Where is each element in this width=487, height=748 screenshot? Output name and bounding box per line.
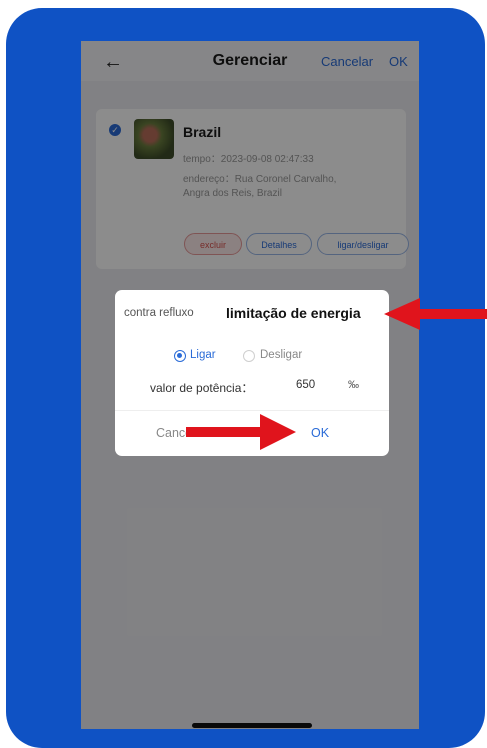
arrow-to-tab-icon [384,298,487,330]
arrow-to-ok-icon [186,414,296,450]
annotation-arrows [186,298,487,450]
